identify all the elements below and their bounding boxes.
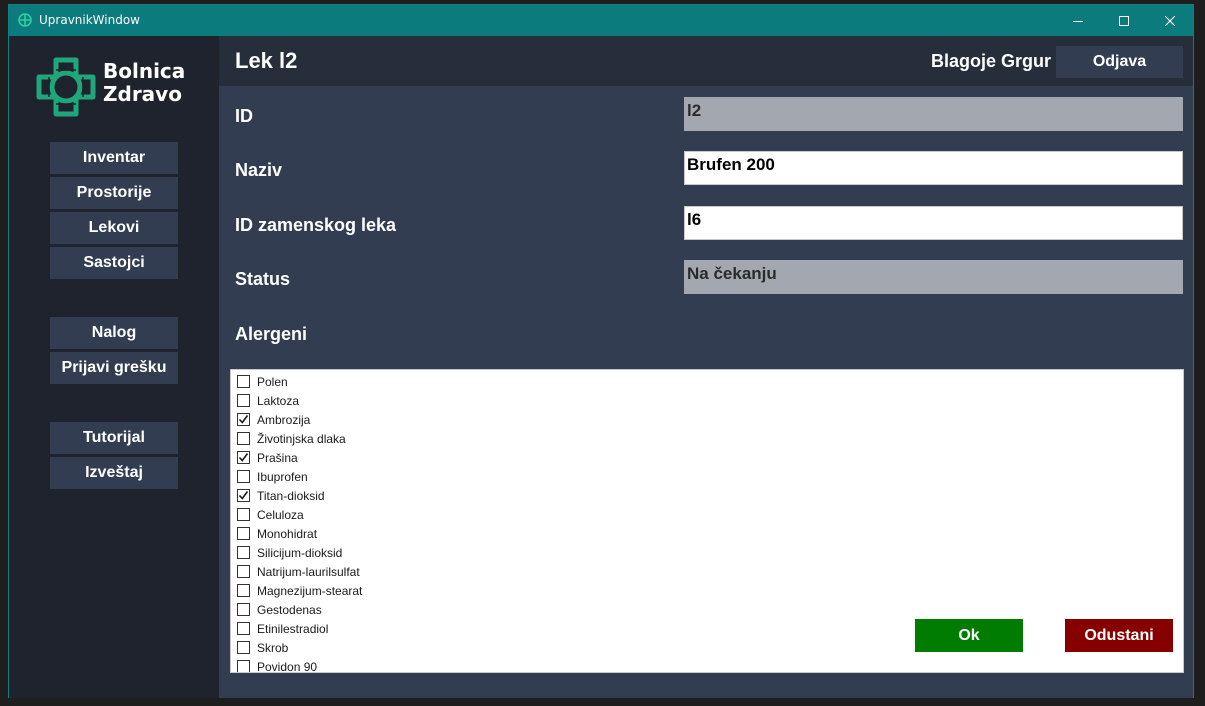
allergen-label: Skrob: [257, 640, 289, 655]
allergen-item[interactable]: Ambrozija: [237, 410, 310, 429]
checkmark-icon: [238, 491, 249, 500]
status-field: Na čekanju: [684, 260, 1183, 294]
window-title: UpravnikWindow: [39, 13, 140, 27]
logo-text: Bolnica Zdravo: [103, 59, 186, 106]
close-button[interactable]: [1147, 5, 1193, 36]
allergen-label: Životinjska dlaka: [257, 431, 346, 446]
minimize-button[interactable]: [1055, 5, 1101, 36]
sidebar-item-prostorije[interactable]: Prostorije: [50, 177, 178, 209]
hospital-logo: Bolnica Zdravo: [35, 56, 195, 120]
sidebar-item-nalog[interactable]: Nalog: [50, 317, 178, 349]
allergen-item[interactable]: Ibuprofen: [237, 467, 308, 486]
allergen-item[interactable]: Prašina: [237, 448, 298, 467]
close-icon: [1165, 15, 1175, 26]
replacement-id-input[interactable]: l6: [684, 206, 1183, 240]
celtic-cross-logo-icon: [36, 57, 96, 117]
sidebar-item-lekovi[interactable]: Lekovi: [50, 212, 178, 244]
allergen-item[interactable]: Gestodenas: [237, 600, 322, 619]
allergen-item[interactable]: Monohidrat: [237, 524, 317, 543]
checkbox[interactable]: [237, 470, 250, 483]
user-name: Blagoje Grgur: [931, 51, 1052, 71]
allergens-label: Alergeni: [235, 324, 308, 344]
allergen-list[interactable]: Polen Laktoza Ambrozija Životinjska dlaka Pr…: [230, 369, 1184, 673]
sidebar-item-izvestaj[interactable]: Izveštaj: [50, 457, 178, 489]
checkmark-icon: [238, 453, 249, 462]
checkbox[interactable]: [237, 622, 250, 635]
checkbox[interactable]: [237, 641, 250, 654]
checkbox-checked[interactable]: [237, 489, 250, 502]
checkmark-icon: [238, 415, 249, 424]
checkbox[interactable]: [237, 660, 250, 672]
checkbox[interactable]: [237, 603, 250, 616]
header-bar: Lek l2 Blagoje Grgur Odjava: [219, 36, 1193, 86]
allergen-item[interactable]: Titan-dioksid: [237, 486, 325, 505]
logout-button[interactable]: Odjava: [1056, 46, 1183, 78]
allergen-item[interactable]: Laktoza: [237, 391, 299, 410]
checkbox[interactable]: [237, 565, 250, 578]
id-label: ID: [235, 106, 253, 126]
allergen-label: Ambrozija: [257, 412, 311, 427]
allergen-label: Povidon 90: [257, 659, 318, 673]
minimize-icon: [1073, 20, 1083, 22]
naziv-label: Naziv: [235, 160, 283, 180]
checkbox-checked[interactable]: [237, 413, 250, 426]
app-icon: [18, 13, 32, 27]
allergen-label: Gestodenas: [257, 602, 322, 617]
allergen-item[interactable]: Skrob: [237, 638, 288, 657]
allergen-item[interactable]: Etinilestradiol: [237, 619, 328, 638]
allergen-item[interactable]: Magnezijum-stearat: [237, 581, 362, 600]
checkbox[interactable]: [237, 508, 250, 521]
allergen-label: Natrijum-laurilsulfat: [257, 564, 360, 579]
allergen-label: Polen: [257, 374, 288, 389]
status-label: Status: [235, 269, 291, 289]
sidebar-item-tutorijal[interactable]: Tutorijal: [50, 422, 178, 454]
allergen-item[interactable]: Povidon 90: [237, 657, 318, 673]
sidebar-item-inventar[interactable]: Inventar: [50, 142, 178, 174]
allergen-label: Prašina: [257, 450, 298, 465]
allergen-item[interactable]: Silicijum-dioksid: [237, 543, 342, 562]
id-field: l2: [684, 97, 1183, 131]
allergen-label: Etinilestradiol: [257, 621, 329, 636]
replacement-id-label: ID zamenskog leka: [235, 215, 397, 235]
sidebar-item-sastojci[interactable]: Sastojci: [50, 247, 178, 279]
allergen-label: Laktoza: [257, 393, 300, 408]
page-title: Lek l2: [235, 48, 298, 73]
checkbox[interactable]: [237, 394, 250, 407]
allergen-label: Monohidrat: [257, 526, 318, 541]
allergen-label: Ibuprofen: [257, 469, 308, 484]
main-content: Lek l2 Blagoje Grgur Odjava ID l2 Naziv …: [219, 36, 1193, 698]
checkbox[interactable]: [237, 432, 250, 445]
checkbox[interactable]: [237, 375, 250, 388]
allergen-label: Silicijum-dioksid: [257, 545, 343, 560]
allergen-label: Celuloza: [257, 507, 304, 522]
ok-button[interactable]: Ok: [915, 619, 1023, 652]
desktop-background: UpravnikWindow Bolnica Zdravo Inventar P…: [0, 0, 1205, 706]
allergen-item[interactable]: Životinjska dlaka: [237, 429, 346, 448]
checkbox[interactable]: [237, 584, 250, 597]
sidebar: Bolnica Zdravo Inventar Prostorije Lekov…: [9, 36, 219, 698]
allergen-item[interactable]: Celuloza: [237, 505, 304, 524]
title-bar[interactable]: UpravnikWindow: [9, 5, 1193, 36]
maximize-icon: [1119, 15, 1129, 26]
naziv-input[interactable]: Brufen 200: [684, 151, 1183, 185]
checkbox-checked[interactable]: [237, 451, 250, 464]
checkbox[interactable]: [237, 546, 250, 559]
allergen-item[interactable]: Polen: [237, 372, 288, 391]
allergen-item[interactable]: Natrijum-laurilsulfat: [237, 562, 360, 581]
allergen-label: Titan-dioksid: [257, 488, 325, 503]
maximize-button[interactable]: [1101, 5, 1147, 36]
cancel-button[interactable]: Odustani: [1065, 619, 1173, 652]
allergen-label: Magnezijum-stearat: [257, 583, 363, 598]
sidebar-item-prijavi-gresku[interactable]: Prijavi grešku: [50, 352, 178, 384]
app-window: UpravnikWindow Bolnica Zdravo Inventar P…: [8, 4, 1194, 698]
checkbox[interactable]: [237, 527, 250, 540]
